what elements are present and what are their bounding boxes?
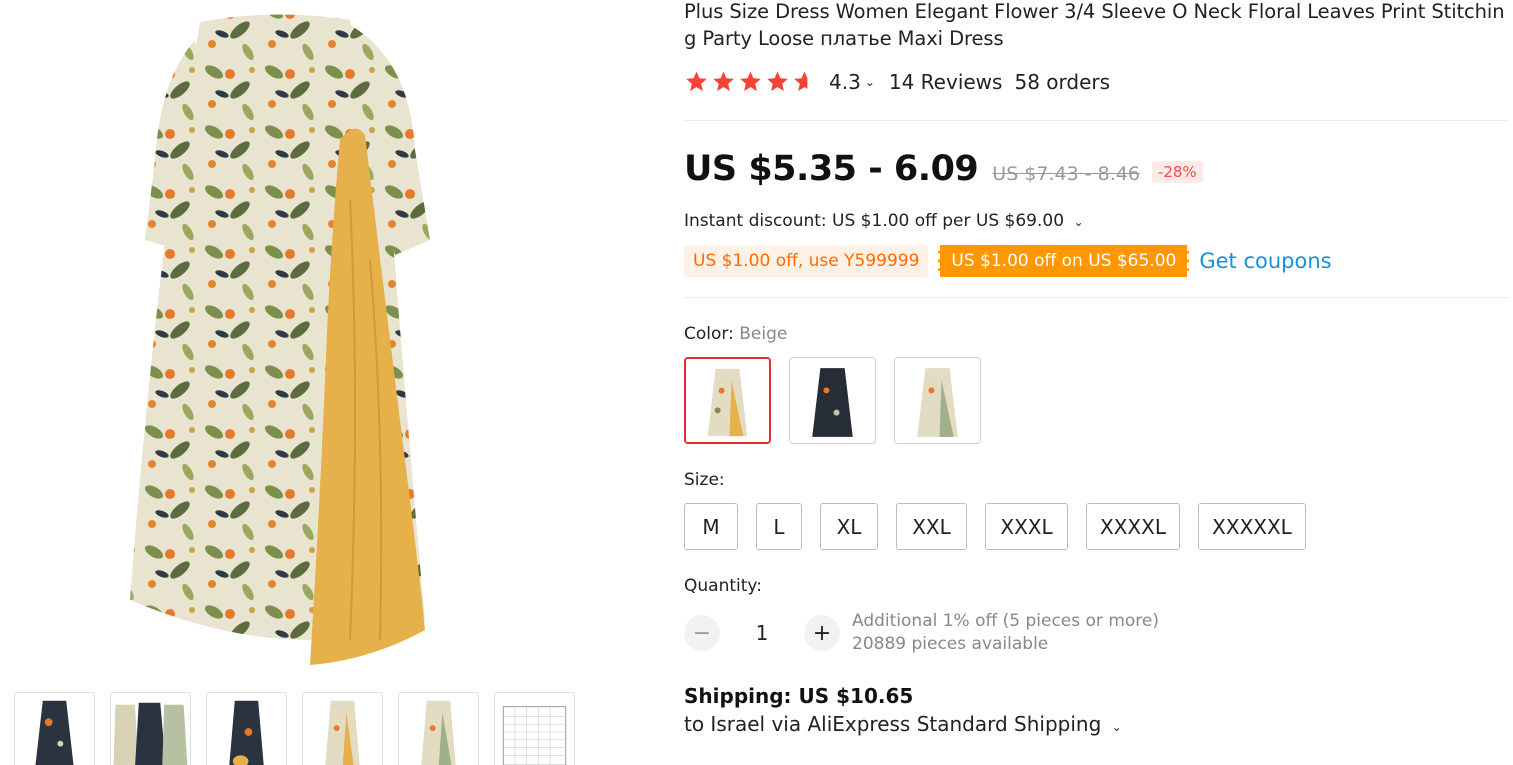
pieces-available: 20889 pieces available — [852, 634, 1049, 654]
product-gallery — [0, 0, 660, 765]
bulk-discount-note: Additional 1% off (5 pieces or more) — [852, 611, 1159, 631]
size-option-xl[interactable]: XL — [820, 503, 878, 550]
price-row: US $5.35 - 6.09 US $7.43 - 8.46 -28% — [684, 149, 1510, 189]
thumbnail-1[interactable] — [14, 692, 95, 765]
size-options: M L XL XXL XXXL XXXXL XXXXXL — [684, 503, 1510, 550]
shipping-cost: Shipping: US $10.65 — [684, 684, 914, 708]
rating-row: 4.3 ⌄ 14 Reviews 58 orders — [684, 68, 1510, 96]
rating-value[interactable]: 4.3 — [829, 70, 861, 94]
size-option-m[interactable]: M — [684, 503, 738, 550]
quantity-increase-button[interactable]: + — [804, 615, 840, 651]
coupon-code-badge[interactable]: US $1.00 off, use Y599999 — [684, 245, 929, 277]
divider — [684, 297, 1510, 298]
quantity-info: Additional 1% off (5 pieces or more) 208… — [852, 610, 1159, 656]
quantity-input[interactable]: 1 — [720, 621, 804, 645]
size-option-xxxxxl[interactable]: XXXXXL — [1198, 503, 1306, 550]
quantity-label: Quantity: — [684, 576, 762, 596]
chevron-down-icon[interactable]: ⌄ — [1112, 720, 1122, 734]
store-coupon-badge[interactable]: US $1.00 off on US $65.00 — [938, 245, 1190, 277]
chevron-down-icon[interactable]: ⌄ — [865, 75, 875, 89]
color-options — [684, 357, 1510, 444]
size-option-xxxl[interactable]: XXXL — [985, 503, 1068, 550]
size-label: Size: — [684, 470, 725, 490]
quantity-decrease-button[interactable]: − — [684, 615, 720, 651]
thumbnail-5[interactable] — [398, 692, 479, 765]
color-label-row: Color: Beige — [684, 324, 1510, 344]
current-price: US $5.35 - 6.09 — [684, 149, 979, 189]
quantity-stepper: − 1 + Additional 1% off (5 pieces or mor… — [684, 610, 1510, 656]
color-option-black[interactable] — [789, 357, 876, 444]
star-icon — [713, 71, 734, 91]
star-icon — [740, 71, 761, 91]
color-selected-value: Beige — [739, 324, 788, 344]
instant-discount[interactable]: Instant discount: US $1.00 off per US $6… — [684, 211, 1510, 231]
chevron-down-icon[interactable]: ⌄ — [1073, 215, 1083, 229]
shipping-detail-text: to Israel via AliExpress Standard Shippi… — [684, 712, 1102, 736]
star-icon — [686, 71, 707, 91]
thumbnail-3[interactable] — [206, 692, 287, 765]
color-option-beige[interactable] — [684, 357, 771, 444]
size-option-l[interactable]: L — [756, 503, 802, 550]
half-star-icon — [794, 71, 815, 91]
star-icon — [767, 71, 788, 91]
get-coupons-link[interactable]: Get coupons — [1199, 249, 1331, 273]
color-option-green[interactable] — [894, 357, 981, 444]
thumbnail-strip — [14, 692, 575, 765]
reviews-link[interactable]: 14 Reviews — [889, 70, 1003, 94]
size-option-xxxxl[interactable]: XXXXL — [1086, 503, 1180, 550]
shipping-detail[interactable]: to Israel via AliExpress Standard Shippi… — [684, 712, 1510, 736]
product-details: Plus Size Dress Women Elegant Flower 3/4… — [684, 0, 1510, 736]
instant-discount-text: Instant discount: US $1.00 off per US $6… — [684, 211, 1065, 231]
size-option-xxl[interactable]: XXL — [896, 503, 967, 550]
rating-stars — [684, 70, 817, 94]
thumbnail-size-chart[interactable] — [494, 692, 575, 765]
thumbnail-4[interactable] — [302, 692, 383, 765]
main-product-image[interactable] — [20, 0, 620, 672]
coupon-row: US $1.00 off, use Y599999 US $1.00 off o… — [684, 245, 1510, 277]
thumbnail-2[interactable] — [110, 692, 191, 765]
color-label: Color: — [684, 324, 734, 344]
orders-count: 58 orders — [1014, 70, 1111, 94]
product-title: Plus Size Dress Women Elegant Flower 3/4… — [684, 0, 1505, 50]
divider — [684, 120, 1510, 121]
original-price: US $7.43 - 8.46 — [992, 163, 1140, 185]
discount-badge: -28% — [1151, 161, 1203, 183]
